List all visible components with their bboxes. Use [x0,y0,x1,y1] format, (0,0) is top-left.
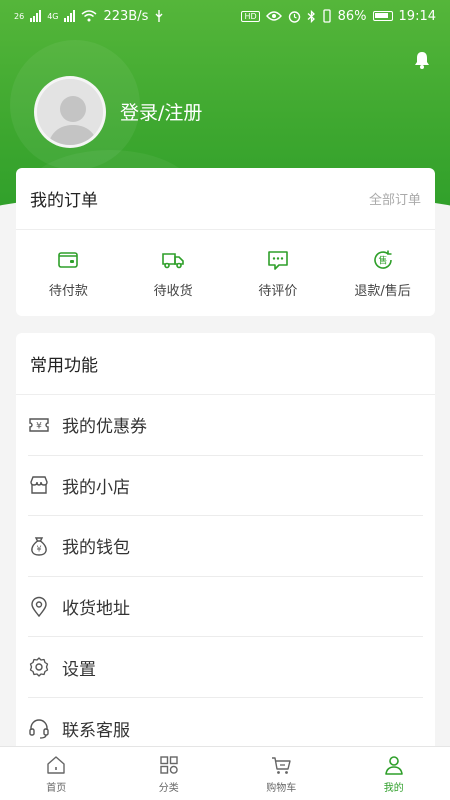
menu-item-my-shop[interactable]: 我的小店 [28,456,423,517]
network-label: 4G [47,11,59,21]
signal-icon [64,10,76,22]
money-bag-icon: ¥ [31,537,47,556]
order-item-label: 待付款 [48,283,88,299]
orders-card: 我的订单 全部订单 待付款 待收货 待评价 售 退款/售后 [16,168,435,316]
menu-item-settings[interactable]: 设置 [28,637,423,698]
all-orders-link[interactable]: 全部订单 [369,189,421,208]
status-bar: 26 4G 223B/s HD 86% 19:14 [0,0,450,32]
battery-icon [372,11,393,21]
menu-item-coupons[interactable]: ¥ 我的优惠券 [28,395,423,456]
eye-icon [265,11,282,21]
orders-header: 我的订单 全部订单 [16,168,435,230]
bottom-tab-bar: 首页 分类 购物车 我的 [0,746,450,800]
shop-icon [30,476,48,495]
tab-category[interactable]: 分类 [113,747,226,800]
category-icon [160,755,178,774]
usb-icon [155,10,163,22]
bluetooth-icon [307,9,315,23]
battery-percent: 86% [337,8,367,24]
orders-title: 我的订单 [30,191,98,211]
home-icon [47,755,65,774]
order-pending-payment[interactable]: 待付款 [16,248,121,299]
tab-label: 购物车 [266,782,297,794]
headset-icon [29,719,49,739]
tab-label: 我的 [383,782,404,794]
menu-item-address[interactable]: 收货地址 [28,577,423,638]
wifi-icon [81,10,97,22]
order-refund-aftersale[interactable]: 售 退款/售后 [330,248,435,299]
alarm-icon [288,10,300,23]
cart-icon [272,756,291,774]
menu-item-label: 联系客服 [62,720,130,741]
hd-icon: HD [241,10,260,22]
tab-label: 首页 [46,782,67,794]
menu-item-label: 我的钱包 [62,538,130,559]
common-functions-card: 常用功能 ¥ 我的优惠券 我的小店 ¥ 我的钱包 收货地址 设置 联系客服 [16,333,435,773]
order-item-label: 待收货 [153,283,193,299]
truck-icon [162,252,184,268]
user-icon [384,755,403,775]
avatar[interactable] [34,76,106,148]
tab-mine[interactable]: 我的 [338,747,450,800]
menu-item-label: 收货地址 [62,599,130,620]
functions-title: 常用功能 [16,333,435,395]
wallet-icon [58,251,79,268]
location-icon [31,596,47,617]
vibrate-icon [322,9,331,23]
tab-cart[interactable]: 购物车 [225,747,338,800]
network-speed: 223B/s [103,8,149,24]
login-register-link[interactable]: 登录/注册 [120,98,202,125]
svg-text:售: 售 [378,254,387,266]
order-item-label: 待评价 [258,283,298,299]
network-label: 26 [14,11,25,21]
gear-icon [29,657,49,677]
bell-icon[interactable] [412,50,432,70]
menu-item-label: 我的小店 [62,477,130,498]
clock: 19:14 [398,8,436,24]
order-item-label: 退款/售后 [354,283,411,299]
comment-icon [268,250,288,270]
order-pending-review[interactable]: 待评价 [226,248,331,299]
signal-icon [30,10,42,22]
after-sale-icon: 售 [373,250,392,269]
coupon-icon: ¥ [29,418,49,432]
svg-text:¥: ¥ [36,544,41,553]
tab-home[interactable]: 首页 [0,747,113,800]
menu-item-label: 我的优惠券 [62,417,147,438]
menu-item-wallet[interactable]: ¥ 我的钱包 [28,516,423,577]
menu-item-label: 设置 [62,659,96,680]
svg-text:¥: ¥ [36,421,42,431]
order-pending-receipt[interactable]: 待收货 [121,248,226,299]
tab-label: 分类 [158,782,179,794]
